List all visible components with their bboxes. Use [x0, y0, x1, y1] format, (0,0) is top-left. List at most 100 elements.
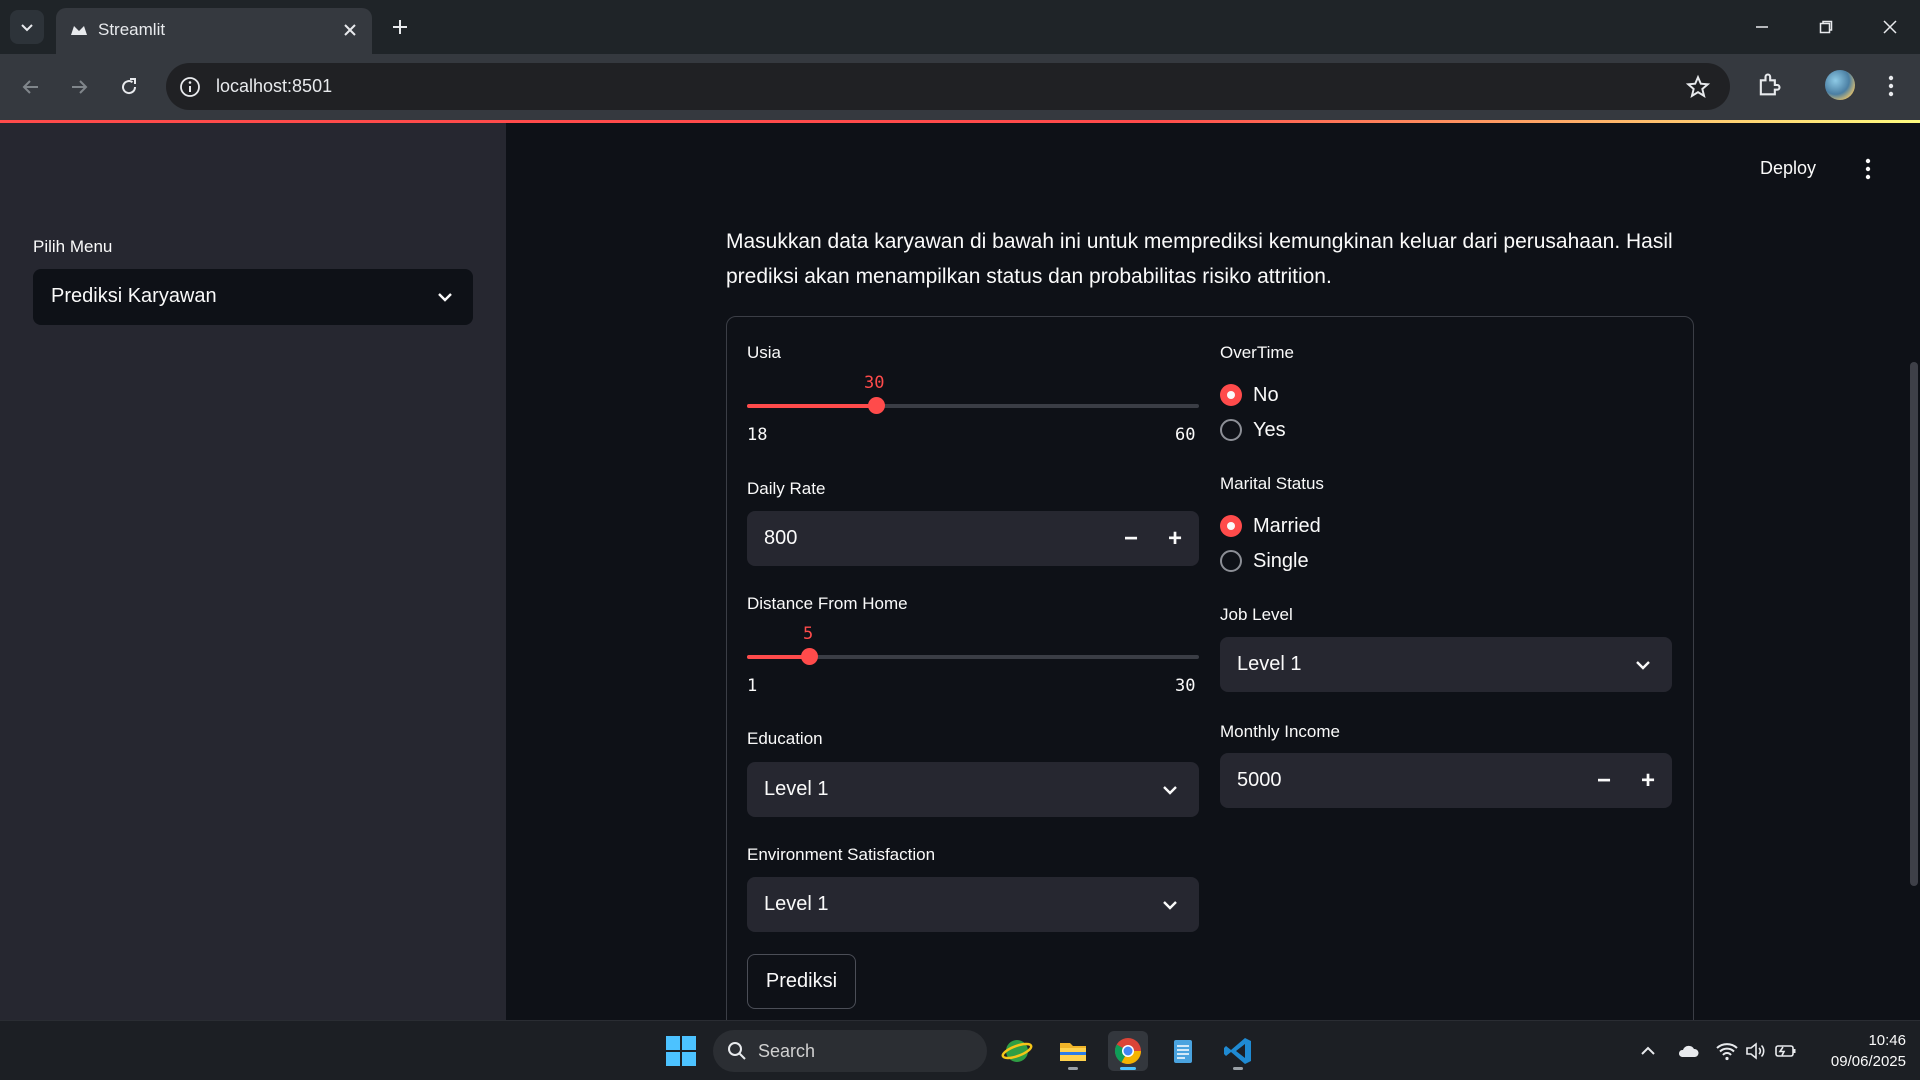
more-vert-icon[interactable] [1876, 70, 1906, 102]
intro-text: Masukkan data karyawan di bawah ini untu… [726, 230, 1673, 288]
tab-search-button[interactable] [10, 10, 44, 44]
taskbar-app-file-explorer[interactable] [1053, 1031, 1093, 1071]
environment-select[interactable]: Level 1 [747, 877, 1199, 932]
clock-time: 10:46 [1868, 1032, 1906, 1049]
tab-close-button[interactable] [338, 18, 362, 42]
windows-start-icon[interactable] [664, 1034, 698, 1068]
radio-selected-icon[interactable] [1220, 515, 1242, 537]
chevron-down-icon [1636, 661, 1650, 670]
usia-min-label: 18 [747, 425, 768, 445]
volume-icon[interactable] [1744, 1039, 1768, 1063]
taskbar-app-notepad[interactable] [1163, 1031, 1203, 1071]
close-icon [344, 24, 356, 36]
bookmark-star-icon[interactable] [1685, 74, 1711, 100]
plus-icon [393, 20, 407, 34]
sidebar-menu-label: Pilih Menu [33, 237, 113, 256]
marital-status-label: Marital Status [1220, 474, 1324, 493]
monthly-income-value[interactable]: 5000 [1237, 769, 1282, 792]
reload-icon [122, 78, 137, 95]
restore-button[interactable] [1806, 10, 1846, 44]
battery-saver-icon[interactable] [1774, 1039, 1798, 1063]
taskbar-app-globe[interactable] [997, 1031, 1037, 1071]
usia-slider-fill [747, 404, 876, 408]
forward-button[interactable] [63, 71, 95, 103]
back-button[interactable] [15, 71, 47, 103]
minimize-icon [1756, 26, 1768, 28]
marital-option-single[interactable]: Single [1220, 549, 1380, 575]
radio-unselected-icon[interactable] [1220, 419, 1242, 441]
url-text[interactable]: localhost:8501 [216, 76, 332, 97]
daily-rate-label: Daily Rate [747, 479, 826, 498]
browser-tab[interactable]: Streamlit [56, 8, 372, 54]
search-icon [728, 1042, 746, 1060]
sidebar: Pilih Menu Prediksi Karyawan [0, 123, 506, 1020]
tab-strip: Streamlit [0, 0, 1920, 54]
daily-rate-value[interactable]: 800 [764, 527, 797, 550]
monthly-income-increment-button[interactable]: + [1634, 767, 1662, 795]
monthly-income-label: Monthly Income [1220, 722, 1340, 741]
daily-rate-input[interactable]: 800 − + [747, 511, 1199, 566]
job-level-select[interactable]: Level 1 [1220, 637, 1672, 692]
window-close-button[interactable] [1870, 10, 1910, 44]
reload-button[interactable] [113, 71, 145, 103]
minimize-button[interactable] [1742, 10, 1782, 44]
monthly-income-decrement-button[interactable]: − [1590, 767, 1618, 795]
info-icon[interactable] [178, 75, 202, 99]
chevron-down-icon [1163, 901, 1177, 910]
taskbar-clock[interactable]: 10:46 09/06/2025 [1810, 1030, 1906, 1072]
wifi-icon[interactable] [1715, 1039, 1739, 1063]
radio-unselected-icon[interactable] [1220, 550, 1242, 572]
distance-slider[interactable]: 5 [747, 624, 1199, 684]
chrome-icon [1114, 1038, 1142, 1065]
usia-max-label: 60 [1175, 425, 1196, 445]
globe-app-icon [1001, 1040, 1033, 1062]
distance-slider-thumb[interactable] [801, 648, 818, 665]
distance-slider-fill [747, 655, 809, 659]
education-select[interactable]: Level 1 [747, 762, 1199, 817]
running-indicator [1068, 1067, 1078, 1070]
distance-max-label: 30 [1175, 676, 1196, 696]
tab-title: Streamlit [98, 20, 166, 39]
extensions-icon[interactable] [1755, 71, 1783, 99]
radio-selected-icon[interactable] [1220, 384, 1242, 406]
daily-rate-increment-button[interactable]: + [1161, 525, 1189, 553]
running-indicator [1233, 1067, 1243, 1070]
taskbar-app-vscode[interactable] [1218, 1031, 1258, 1071]
deploy-button[interactable]: Deploy [1760, 158, 1816, 179]
environment-select-value: Level 1 [764, 893, 829, 915]
taskbar-app-chrome[interactable] [1108, 1031, 1148, 1071]
distance-min-label: 1 [747, 676, 758, 696]
environment-label: Environment Satisfaction [747, 845, 936, 864]
page-scrollbar[interactable] [1910, 362, 1918, 886]
education-select-value: Level 1 [764, 778, 829, 800]
menu-select[interactable]: Prediksi Karyawan [33, 269, 473, 325]
new-tab-button[interactable] [386, 13, 414, 41]
profile-avatar[interactable] [1825, 70, 1855, 100]
predict-button[interactable]: Prediksi [747, 954, 856, 1009]
distance-slider-value: 5 [803, 624, 814, 644]
onedrive-cloud-icon[interactable] [1676, 1039, 1700, 1063]
job-level-label: Job Level [1220, 605, 1293, 624]
marital-option-label: Single [1253, 550, 1309, 572]
monthly-income-input[interactable]: 5000 − + [1220, 753, 1672, 808]
chevron-down-icon [438, 293, 452, 302]
overtime-option-label: No [1253, 384, 1279, 406]
close-icon [1883, 20, 1897, 34]
arrow-right-icon [72, 80, 88, 94]
active-indicator [1120, 1067, 1136, 1070]
overtime-option-yes[interactable]: Yes [1220, 418, 1340, 444]
vscode-icon [1224, 1038, 1251, 1064]
more-vert-icon[interactable] [1856, 156, 1880, 182]
chevron-up-icon[interactable] [1636, 1039, 1660, 1063]
clock-date: 09/06/2025 [1830, 1053, 1906, 1070]
usia-slider[interactable]: 30 [747, 373, 1199, 433]
taskbar: Search 10:46 09/06/2025 [0, 1020, 1920, 1080]
address-bar[interactable]: localhost:8501 [166, 63, 1730, 110]
overtime-label: OverTime [1220, 343, 1294, 362]
taskbar-search-box[interactable]: Search [713, 1030, 987, 1072]
usia-slider-thumb[interactable] [868, 397, 885, 414]
overtime-option-no[interactable]: No [1220, 383, 1340, 409]
overtime-option-label: Yes [1253, 419, 1286, 441]
marital-option-married[interactable]: Married [1220, 514, 1380, 540]
daily-rate-decrement-button[interactable]: − [1117, 525, 1145, 553]
